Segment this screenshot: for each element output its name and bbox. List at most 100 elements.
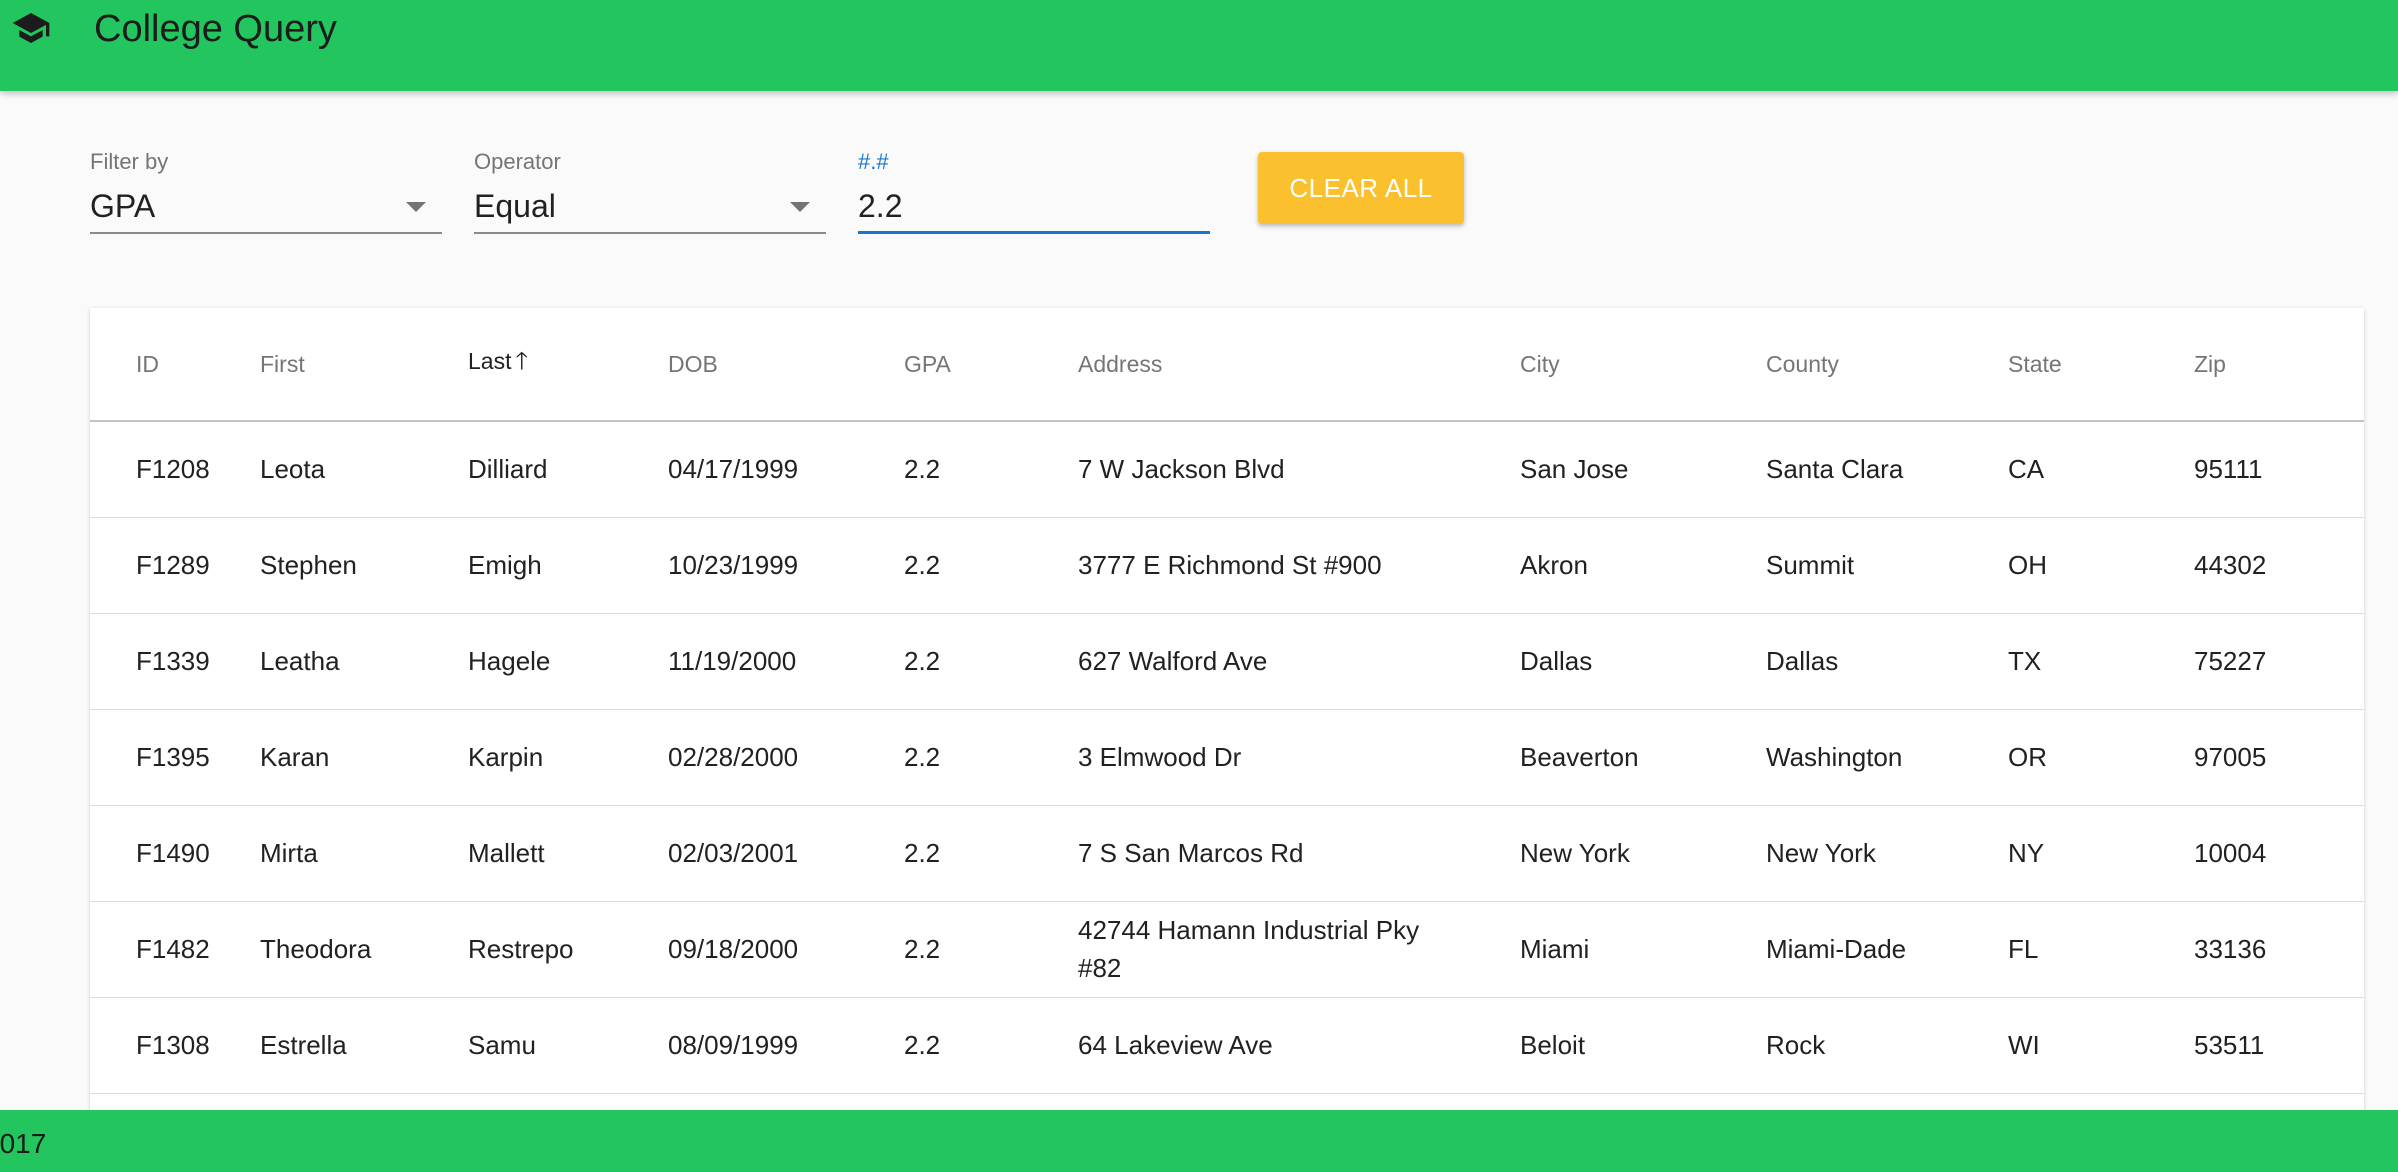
results-table-card: ID First Last 🡑 DOB GPA Address City Coun… bbox=[90, 308, 2364, 1128]
cell-last: Mallett bbox=[468, 838, 545, 868]
cell-state: CA bbox=[2008, 454, 2045, 485]
cell-city: Beloit bbox=[1520, 1030, 1586, 1060]
cell-zip: 95111 bbox=[2194, 454, 2263, 485]
column-header-label: ID bbox=[136, 350, 159, 377]
footer-bar: 2017 bbox=[0, 1110, 2398, 1172]
cell-state: OH bbox=[2008, 550, 2047, 580]
column-header-label: State bbox=[2008, 350, 2062, 377]
column-header-county[interactable]: County bbox=[1720, 308, 1962, 421]
filter-by-value-row[interactable]: GPA bbox=[90, 184, 442, 234]
cell-state: TX bbox=[2008, 646, 2042, 676]
column-header-address[interactable]: Address bbox=[1032, 308, 1474, 421]
app-bar: College Query bbox=[0, 0, 2398, 91]
column-header-id[interactable]: ID bbox=[90, 308, 214, 421]
cell-state: NY bbox=[2008, 838, 2045, 868]
gpa-value-field[interactable]: #.# bbox=[858, 148, 1210, 238]
operator-label: Operator bbox=[474, 149, 561, 174]
cell-state: FL bbox=[2008, 934, 2039, 964]
table-row[interactable]: F1490 Mirta Mallett 02/03/2001 2.2 7 S San Ma… bbox=[90, 805, 2364, 901]
operator-value-row[interactable]: Equal bbox=[474, 184, 826, 234]
column-header-label: Last bbox=[468, 347, 512, 374]
cell-dob: 08/09/1999 bbox=[668, 1030, 799, 1060]
cell-city: San Jose bbox=[1520, 454, 1629, 485]
table-row[interactable]: F1289 Stephen Emigh 10/23/1999 2.2 3777 E Ric… bbox=[90, 517, 2364, 613]
footer-text: 2017 bbox=[0, 1128, 47, 1159]
column-header-last[interactable]: Last 🡑 bbox=[422, 308, 622, 421]
column-header-label: Address bbox=[1078, 350, 1163, 377]
dropdown-arrow-icon[interactable] bbox=[790, 202, 810, 212]
cell-first: Leatha bbox=[260, 646, 340, 676]
results-table: ID First Last 🡑 DOB GPA Address City Coun… bbox=[90, 308, 2364, 1094]
app-title: College Query bbox=[94, 8, 337, 50]
sort-ascending-arrow-icon[interactable]: 🡑 bbox=[515, 344, 527, 385]
cell-address: 3 Elmwood Dr bbox=[1078, 742, 1242, 772]
cell-id: F1482 bbox=[136, 934, 210, 964]
cell-gpa: 2.2 bbox=[904, 646, 941, 676]
operator-select[interactable]: Operator Equal bbox=[474, 148, 826, 238]
column-header-label: County bbox=[1766, 350, 1839, 377]
cell-id: F1490 bbox=[136, 838, 210, 868]
cell-state: WI bbox=[2008, 1030, 2040, 1060]
cell-last: Emigh bbox=[468, 550, 542, 580]
table-row[interactable]: F1482 Theodora Restrepo 09/18/2000 2.2 42744 … bbox=[90, 901, 2364, 997]
cell-gpa: 2.2 bbox=[904, 550, 941, 580]
cell-zip: 44302 bbox=[2194, 550, 2267, 580]
gpa-value-input[interactable] bbox=[858, 184, 1210, 228]
cell-dob: 02/28/2000 bbox=[668, 742, 799, 772]
cell-county: Summit bbox=[1766, 550, 1855, 580]
cell-address: 627 Walford Ave bbox=[1078, 646, 1268, 676]
cell-last: Samu bbox=[468, 1030, 536, 1060]
table-row[interactable]: F1339 Leatha Hagele 11/19/2000 2.2 627 Walfor… bbox=[90, 613, 2364, 709]
column-header-label: GPA bbox=[904, 350, 951, 377]
cell-id: F1395 bbox=[136, 742, 210, 772]
cell-first: Estrella bbox=[260, 1030, 347, 1060]
cell-dob: 09/18/2000 bbox=[668, 934, 799, 964]
column-header-zip[interactable]: Zip bbox=[2148, 308, 2364, 421]
table-body: F1208 Leota Dilliard 04/17/1999 2.2 7 W Jacks… bbox=[90, 421, 2364, 1093]
cell-dob: 04/17/1999 bbox=[668, 454, 799, 485]
column-header-first[interactable]: First bbox=[214, 308, 422, 421]
cell-last: Dilliard bbox=[468, 454, 548, 485]
cell-first: Leota bbox=[260, 454, 326, 485]
cell-last: Restrepo bbox=[468, 934, 574, 964]
cell-gpa: 2.2 bbox=[904, 934, 941, 964]
cell-county: Santa Clara bbox=[1766, 454, 1904, 485]
column-header-dob[interactable]: DOB bbox=[622, 308, 858, 421]
cell-dob: 11/19/2000 bbox=[668, 646, 797, 676]
cell-address: 7 S San Marcos Rd bbox=[1078, 838, 1304, 868]
cell-gpa: 2.2 bbox=[904, 454, 941, 485]
cell-address: 42744 Hamann Industrial Pky #82 bbox=[1078, 915, 1420, 983]
filter-by-label: Filter by bbox=[90, 149, 169, 174]
clear-all-button[interactable]: CLEAR ALL bbox=[1258, 152, 1464, 224]
cell-county: Washington bbox=[1766, 742, 1903, 772]
gpa-value-row bbox=[858, 184, 1210, 234]
column-header-city[interactable]: City bbox=[1474, 308, 1720, 421]
cell-state: OR bbox=[2008, 742, 2047, 772]
column-header-label: First bbox=[260, 350, 305, 377]
filter-by-value: GPA bbox=[90, 188, 156, 224]
column-header-label: DOB bbox=[668, 350, 718, 377]
table-row[interactable]: F1395 Karan Karpin 02/28/2000 2.2 3 Elmwood D… bbox=[90, 709, 2364, 805]
graduation-cap-icon bbox=[12, 13, 50, 43]
cell-zip: 33136 bbox=[2194, 934, 2267, 964]
column-header-state[interactable]: State bbox=[1962, 308, 2148, 421]
cell-zip: 97005 bbox=[2194, 742, 2267, 772]
column-header-label: Zip bbox=[2194, 350, 2226, 377]
cell-city: Miami bbox=[1520, 934, 1590, 964]
column-header-label: City bbox=[1520, 350, 1560, 377]
cell-id: F1308 bbox=[136, 1030, 210, 1060]
cell-city: Akron bbox=[1520, 550, 1588, 580]
cell-dob: 02/03/2001 bbox=[668, 838, 799, 868]
filter-by-select[interactable]: Filter by GPA bbox=[90, 148, 442, 238]
table-row[interactable]: F1208 Leota Dilliard 04/17/1999 2.2 7 W Jacks… bbox=[90, 421, 2364, 517]
column-header-gpa[interactable]: GPA bbox=[858, 308, 1032, 421]
cell-city: Beaverton bbox=[1520, 742, 1639, 772]
table-header-row: ID First Last 🡑 DOB GPA Address City Coun… bbox=[90, 308, 2364, 421]
cell-gpa: 2.2 bbox=[904, 742, 941, 772]
cell-county: New York bbox=[1766, 838, 1876, 868]
table-row[interactable]: F1308 Estrella Samu 08/09/1999 2.2 64 Lakevie… bbox=[90, 997, 2364, 1093]
cell-first: Theodora bbox=[260, 934, 372, 964]
cell-zip: 53511 bbox=[2194, 1030, 2265, 1060]
cell-county: Dallas bbox=[1766, 646, 1839, 676]
dropdown-arrow-icon[interactable] bbox=[406, 202, 426, 212]
